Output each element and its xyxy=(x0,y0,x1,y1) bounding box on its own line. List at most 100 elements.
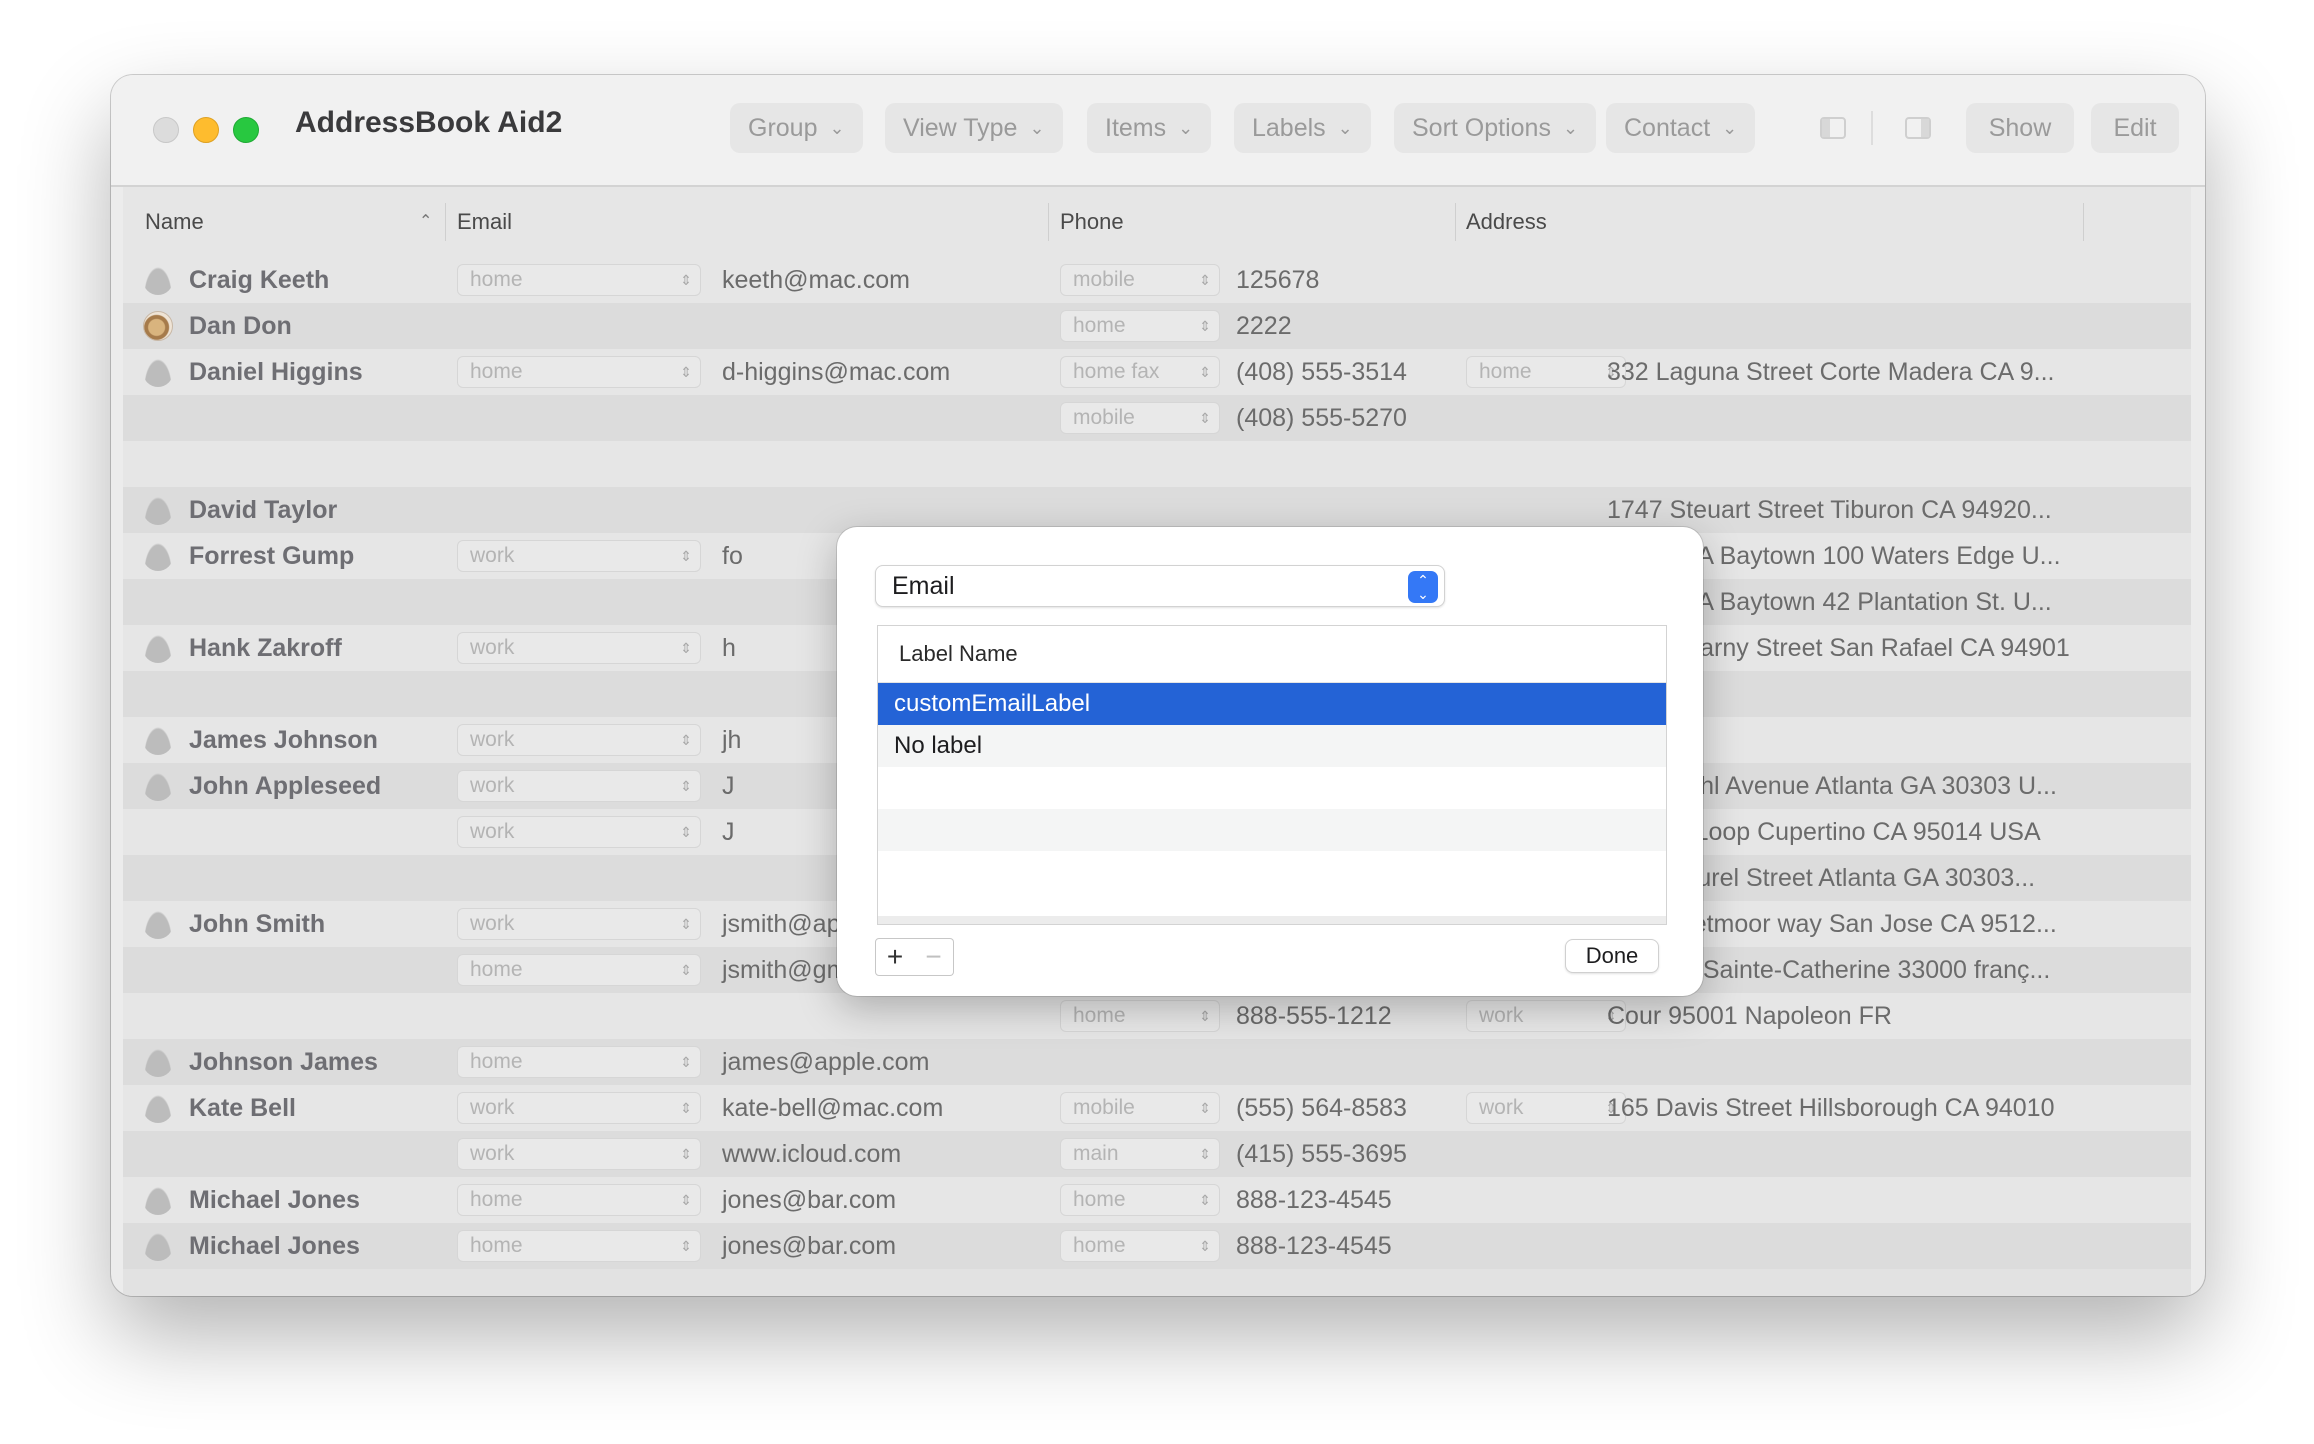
email-label-popup[interactable]: work ⇕ xyxy=(457,770,701,802)
person-icon xyxy=(143,633,173,663)
contact-name: Daniel Higgins xyxy=(189,358,363,386)
table-row[interactable]: Johnson James home ⇕ james@apple.com xyxy=(123,1039,2191,1085)
email-label-popup[interactable]: work ⇕ xyxy=(457,724,701,756)
table-row[interactable] xyxy=(123,441,2191,487)
address-value: 165 Davis Street Hillsborough CA 94010 xyxy=(1607,1094,2055,1122)
email-label-popup-value: home xyxy=(470,1188,523,1211)
email-label-popup[interactable]: home ⇕ xyxy=(457,1184,701,1216)
email-label-popup[interactable]: work ⇕ xyxy=(457,1138,701,1170)
phone-label-popup[interactable]: home ⇕ xyxy=(1060,310,1220,342)
group-menu-label: Group xyxy=(748,113,818,142)
label-row[interactable]: No label xyxy=(878,725,1666,767)
table-row[interactable]: work ⇕ www.icloud.com main ⇕ (415) 555-3695 xyxy=(123,1131,2191,1177)
contact-name: John Smith xyxy=(189,910,326,938)
phone-label-popup[interactable]: mobile ⇕ xyxy=(1060,1092,1220,1124)
phone-value: (408) 555-5270 xyxy=(1236,404,1407,432)
column-header-address[interactable]: Address xyxy=(1466,187,1547,257)
labels-menu-label: Labels xyxy=(1252,113,1326,142)
contact-menu-label: Contact xyxy=(1624,113,1711,142)
select-stepper-icon: ⌃ ⌄ xyxy=(1408,571,1438,603)
phone-label-popup[interactable]: main ⇕ xyxy=(1060,1138,1220,1170)
address-label-popup[interactable]: work⇕ xyxy=(1466,1000,1626,1032)
email-label-popup-value: work xyxy=(470,544,515,567)
zoom-window-button[interactable] xyxy=(233,117,259,143)
updown-arrows-icon: ⇕ xyxy=(680,640,692,656)
chevron-down-icon: ⌄ xyxy=(1562,117,1579,138)
group-menu-button[interactable]: Group ⌄ xyxy=(730,103,863,153)
updown-arrows-icon: ⇕ xyxy=(680,1238,692,1254)
address-value: 332 Laguna Street Corte Madera CA 9... xyxy=(1607,358,2055,386)
email-label-popup[interactable]: home ⇕ xyxy=(457,954,701,986)
email-label-popup-value: work xyxy=(470,1142,515,1165)
column-header-phone[interactable]: Phone xyxy=(1060,187,1124,257)
phone-label-popup[interactable]: home fax ⇕ xyxy=(1060,356,1220,388)
email-label-popup[interactable]: work ⇕ xyxy=(457,1092,701,1124)
labels-menu-button[interactable]: Labels ⌄ xyxy=(1234,103,1371,153)
email-label-popup[interactable]: work ⇕ xyxy=(457,632,701,664)
table-row[interactable]: home ⇕ 888-555-1212 work ⇕ Cour 95001 Napoleo… xyxy=(123,993,2191,1039)
table-row[interactable]: mobile ⇕ (408) 555-5270 xyxy=(123,395,2191,441)
toolbar-divider xyxy=(1871,111,1873,145)
person-icon xyxy=(143,1185,173,1215)
label-name-column-header[interactable]: Label Name xyxy=(899,626,1018,682)
table-row[interactable]: Craig Keeth home ⇕ keeth@mac.com mobile ⇕ 1256… xyxy=(123,257,2191,303)
email-label-popup[interactable]: work ⇕ xyxy=(457,540,701,572)
phone-label-popup[interactable]: mobile ⇕ xyxy=(1060,402,1220,434)
updown-arrows-icon: ⇕ xyxy=(680,548,692,564)
table-row[interactable]: Michael Jones home ⇕ jones@bar.com home ⇕ 888-… xyxy=(123,1177,2191,1223)
updown-arrows-icon: ⇕ xyxy=(680,732,692,748)
email-label-popup-value: home xyxy=(470,1234,523,1257)
sidebar-right-icon xyxy=(1905,117,1931,139)
email-label-popup[interactable]: home ⇕ xyxy=(457,356,701,388)
table-row[interactable]: Michael Jones home ⇕ jones@bar.com home ⇕ 888-… xyxy=(123,1223,2191,1269)
minimize-window-button[interactable] xyxy=(193,117,219,143)
contact-name: Craig Keeth xyxy=(189,266,330,294)
contact-name: David Taylor xyxy=(189,496,338,524)
email-label-popup[interactable]: work ⇕ xyxy=(457,816,701,848)
add-label-button[interactable]: + xyxy=(875,938,915,976)
chevron-down-icon: ⌄ xyxy=(829,117,845,138)
email-label-popup-value: work xyxy=(470,636,515,659)
email-label-popup[interactable]: home ⇕ xyxy=(457,1046,701,1078)
phone-label-popup[interactable]: home ⇕ xyxy=(1060,1000,1220,1032)
phone-label-popup-value: home xyxy=(1073,1004,1126,1027)
table-row[interactable]: Dan Don home ⇕ 2222 xyxy=(123,303,2191,349)
email-label-popup[interactable]: home ⇕ xyxy=(457,264,701,296)
table-row[interactable]: Daniel Higgins home ⇕ d-higgins@mac.com home… xyxy=(123,349,2191,395)
updown-arrows-icon: ⇕ xyxy=(1199,1238,1211,1254)
column-header-name[interactable]: Name xyxy=(145,187,204,257)
remove-label-button[interactable]: − xyxy=(914,938,954,976)
sort-options-menu-label: Sort Options xyxy=(1412,113,1551,142)
close-window-button[interactable] xyxy=(153,117,179,143)
updown-arrows-icon: ⇕ xyxy=(680,962,692,978)
address-label-popup[interactable]: work⇕ xyxy=(1466,1092,1626,1124)
horizontal-scrollbar[interactable] xyxy=(878,916,1666,924)
updown-arrows-icon: ⇕ xyxy=(1199,1146,1211,1162)
phone-label-popup[interactable]: home ⇕ xyxy=(1060,1184,1220,1216)
contact-menu-button[interactable]: Contact ⌄ xyxy=(1606,103,1756,153)
email-label-popup[interactable]: work ⇕ xyxy=(457,908,701,940)
edit-button[interactable]: Edit xyxy=(2091,103,2179,153)
phone-label-popup[interactable]: mobile ⇕ xyxy=(1060,264,1220,296)
done-button[interactable]: Done xyxy=(1565,939,1659,973)
phone-label-popup[interactable]: home ⇕ xyxy=(1060,1230,1220,1262)
column-header-email[interactable]: Email xyxy=(457,187,512,257)
address-label-popup[interactable]: home⇕ xyxy=(1466,356,1626,388)
toggle-left-sidebar-button[interactable] xyxy=(1811,105,1855,151)
contact-name: Hank Zakroff xyxy=(189,634,342,662)
items-menu-button[interactable]: Items ⌄ xyxy=(1087,103,1212,153)
view-type-menu-label: View Type xyxy=(903,113,1018,142)
phone-value: (555) 564-8583 xyxy=(1236,1094,1407,1122)
label-row[interactable]: customEmailLabel xyxy=(878,683,1666,725)
person-icon xyxy=(143,909,173,939)
sort-options-menu-button[interactable]: Sort Options ⌄ xyxy=(1394,103,1597,153)
toggle-right-sidebar-button[interactable] xyxy=(1896,105,1940,151)
show-button[interactable]: Show xyxy=(1966,103,2074,153)
view-type-menu-button[interactable]: View Type ⌄ xyxy=(885,103,1063,153)
email-label-popup[interactable]: home ⇕ xyxy=(457,1230,701,1262)
updown-arrows-icon: ⇕ xyxy=(680,1054,692,1070)
table-row[interactable]: Kate Bell work ⇕ kate-bell@mac.com mobile ⇕ (5… xyxy=(123,1085,2191,1131)
phone-label-popup-value: home xyxy=(1073,314,1126,337)
toolbar: AddressBook Aid2 Group ⌄ View Type ⌄ Ite… xyxy=(111,75,2205,187)
label-type-select[interactable]: Email ⌃ ⌄ xyxy=(875,565,1445,607)
